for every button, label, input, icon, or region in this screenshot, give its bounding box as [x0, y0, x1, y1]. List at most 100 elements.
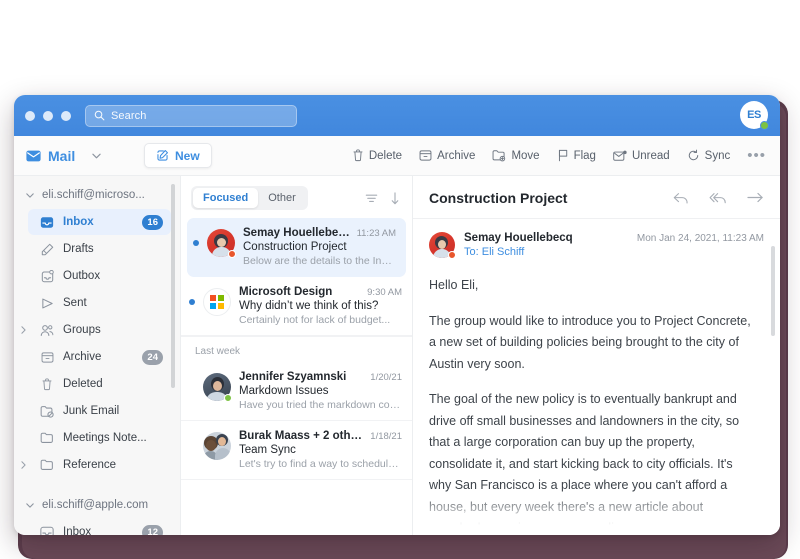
chevron-right-icon[interactable] [21, 326, 26, 334]
zoom-button-icon[interactable] [61, 110, 71, 121]
chevron-down-icon[interactable] [92, 153, 101, 159]
flag-button[interactable]: Flag [557, 149, 596, 162]
outbox-icon [40, 269, 54, 283]
search-input[interactable]: Search [85, 104, 297, 127]
list-item[interactable]: Burak Maass + 2 others 1/18/21 Team Sync… [181, 421, 412, 480]
unread-count-badge: 12 [142, 524, 163, 535]
account-header-microsoft[interactable]: eli.schiff@microso... [14, 182, 180, 208]
sender-name: Semay Houellebecq [243, 227, 351, 239]
sidebar-item-apple-inbox[interactable]: Inbox 12 [32, 519, 171, 535]
chevron-down-icon[interactable] [26, 192, 34, 198]
content-fade-overlay [413, 491, 780, 535]
list-item-content: Burak Maass + 2 others 1/18/21 Team Sync… [239, 430, 402, 470]
sidebar-scrollbar[interactable] [171, 184, 175, 388]
move-button[interactable]: Move [492, 149, 540, 162]
reply-all-arrow-icon[interactable] [709, 192, 727, 204]
reply-arrow-icon[interactable] [673, 192, 689, 204]
presence-dot-icon [224, 394, 232, 402]
new-message-button[interactable]: New [144, 143, 212, 168]
body-paragraph: Hello Eli, [429, 278, 479, 292]
mail-app-window: Search ES Mail New Delete Archive Move F… [14, 95, 780, 535]
account-header-apple[interactable]: eli.schiff@apple.com [14, 492, 180, 518]
sidebar-item-outbox[interactable]: Outbox [32, 263, 171, 289]
unread-button[interactable]: Unread [613, 150, 670, 162]
sync-button[interactable]: Sync [687, 149, 731, 162]
group-header-last-week: Last week [181, 336, 412, 362]
app-title: Mail [48, 147, 76, 164]
timestamp: 1/18/21 [370, 431, 402, 442]
list-item[interactable]: Microsoft Design 9:30 AM Why didn’t we t… [181, 277, 412, 336]
sidebar-item-label: Junk Email [63, 405, 120, 417]
avatar[interactable]: ES [740, 101, 769, 130]
sidebar-item-drafts[interactable]: Drafts [32, 236, 171, 262]
app-switcher[interactable]: Mail [26, 148, 136, 164]
reading-pane: Construction Project Semay Houellebecq T… [412, 176, 780, 535]
sidebar-item-label: Drafts [63, 243, 94, 255]
timestamp: 11:23 AM [356, 228, 396, 239]
sidebar-item-inbox[interactable]: Inbox 16 [28, 209, 171, 235]
subject: Team Sync [239, 444, 296, 456]
flag-label: Flag [573, 149, 596, 162]
envelope-unread-icon [613, 150, 627, 162]
move-label: Move [511, 149, 540, 162]
subject: Markdown Issues [239, 385, 329, 397]
inbox-tab-group: Focused Other [191, 186, 308, 210]
reading-pane-scrollbar[interactable] [771, 246, 775, 336]
tab-other[interactable]: Other [258, 188, 306, 208]
sender-name: Microsoft Design [239, 286, 333, 298]
inbox-icon [40, 526, 54, 535]
sidebar-item-meetings-notes[interactable]: Meetings Note... [32, 425, 171, 451]
message-date: Mon Jan 24, 2021, 11:23 AM [636, 233, 764, 244]
sidebar-item-reference[interactable]: Reference [21, 452, 171, 478]
sidebar-item-junk-email[interactable]: Junk Email [32, 398, 171, 424]
archive-button[interactable]: Archive [419, 149, 475, 162]
avatar [203, 373, 232, 402]
avatar [207, 229, 236, 258]
app-body: eli.schiff@microso... Inbox 16 Drafts Ou… [14, 176, 780, 535]
avatar-initials: ES [747, 109, 761, 121]
recipient-line[interactable]: To: Eli Schiff [464, 246, 573, 258]
sidebar-item-label: Reference [63, 459, 117, 471]
chevron-right-icon[interactable] [21, 461, 26, 469]
list-item[interactable]: Jennifer Szyamnski 1/20/21 Markdown Issu… [181, 362, 412, 421]
minimize-button-icon[interactable] [43, 110, 53, 121]
sort-descending-arrow-icon[interactable] [390, 191, 400, 205]
reading-pane-header: Construction Project [413, 176, 780, 219]
sender-name: Jennifer Szyamnski [239, 371, 347, 383]
window-titlebar: Search ES [14, 95, 780, 136]
new-message-label: New [175, 148, 200, 163]
traffic-lights[interactable] [25, 110, 71, 121]
list-item-content: Microsoft Design 9:30 AM Why didn’t we t… [239, 286, 402, 326]
tab-focused[interactable]: Focused [193, 188, 259, 208]
avatar [429, 232, 456, 259]
page-title: Construction Project [429, 190, 568, 206]
folder-sidebar: eli.schiff@microso... Inbox 16 Drafts Ou… [14, 176, 180, 535]
folder-icon [40, 432, 54, 444]
body-paragraph: The group would like to introduce you to… [429, 313, 751, 371]
sync-label: Sync [704, 149, 731, 162]
toolbar-actions: Delete Archive Move Flag Unread Sync ••• [352, 148, 768, 163]
archive-label: Archive [437, 149, 476, 162]
delete-button[interactable]: Delete [352, 149, 402, 162]
filter-icon[interactable] [365, 193, 378, 204]
item-count-badge: 24 [142, 349, 163, 365]
sidebar-item-label: Inbox [63, 216, 94, 228]
list-item[interactable]: Semay Houellebecq 11:23 AM Construction … [187, 218, 406, 277]
message-actions [673, 192, 764, 204]
close-button-icon[interactable] [25, 110, 35, 121]
chevron-down-icon[interactable] [26, 502, 34, 508]
move-folder-icon [492, 149, 506, 162]
more-options-button[interactable]: ••• [747, 148, 766, 163]
presence-dot-icon [448, 251, 456, 259]
sidebar-item-sent[interactable]: Sent [32, 290, 171, 316]
sidebar-item-deleted[interactable]: Deleted [32, 371, 171, 397]
list-item-content: Semay Houellebecq 11:23 AM Construction … [243, 227, 396, 267]
sidebar-item-groups[interactable]: Groups [21, 317, 171, 343]
account-email: eli.schiff@apple.com [42, 499, 149, 511]
screenshot-stage: Search ES Mail New Delete Archive Move F… [0, 0, 800, 559]
forward-arrow-icon[interactable] [747, 192, 764, 204]
timestamp: 1/20/21 [370, 372, 402, 383]
list-header-icons [365, 191, 400, 205]
sidebar-item-label: Outbox [63, 270, 101, 282]
sidebar-item-archive[interactable]: Archive 24 [32, 344, 171, 370]
